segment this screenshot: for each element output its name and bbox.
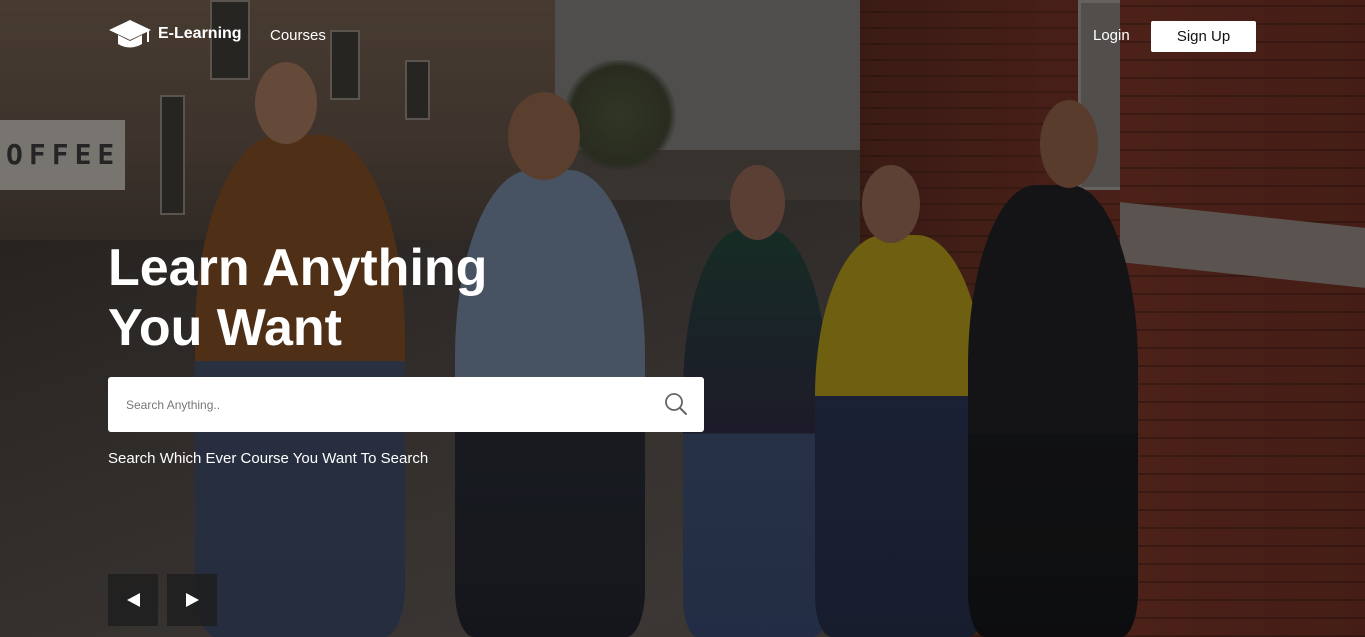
search-input[interactable] [108,377,648,432]
top-navbar: E-Learning Courses Login Sign Up [0,0,1365,72]
search-icon[interactable] [664,392,688,416]
carousel-next-button[interactable] [167,574,217,626]
graduation-cap-icon [108,18,152,52]
hero-title-line2: You Want [108,299,342,357]
signup-button[interactable]: Sign Up [1151,21,1256,52]
hero-title-line1: Learn Anything [108,239,488,297]
search-bar [108,377,704,432]
brand-logo[interactable]: E-Learning [108,18,242,52]
login-link[interactable]: Login [1093,27,1130,44]
hero-title: Learn Anything You Want [108,238,568,358]
nav-courses-link[interactable]: Courses [270,27,326,44]
search-subtitle: Search Which Ever Course You Want To Sea… [108,450,429,467]
carousel-prev-button[interactable] [108,574,158,626]
brand-name: E-Learning [158,25,242,42]
arrow-left-icon [126,593,140,607]
arrow-right-icon [185,593,199,607]
